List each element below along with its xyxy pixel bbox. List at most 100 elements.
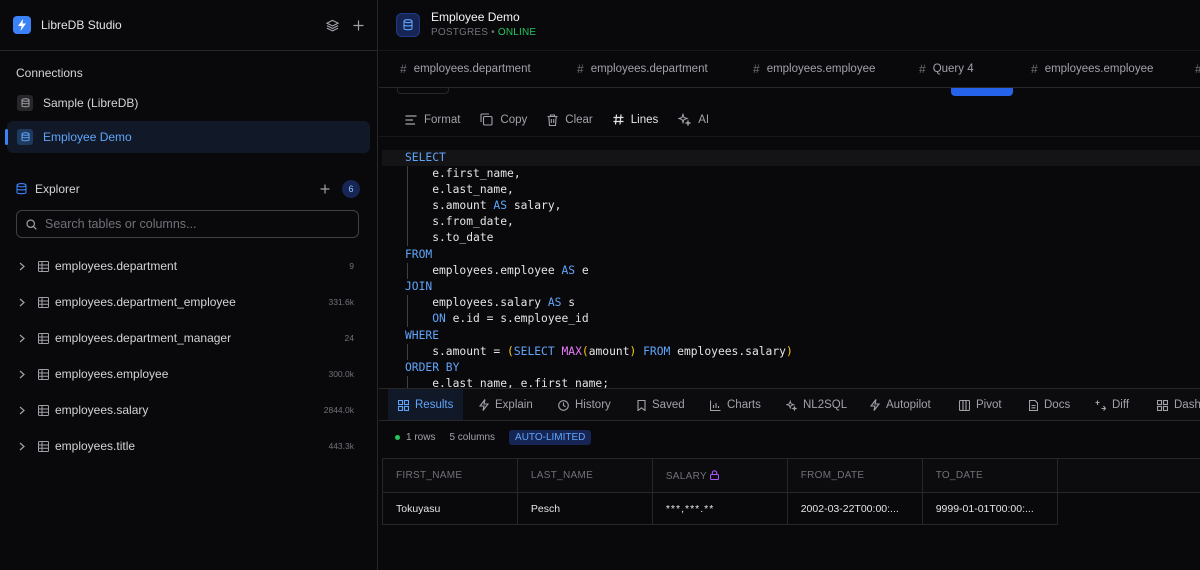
lock-icon [709, 469, 719, 480]
table-icon [38, 404, 49, 416]
cell[interactable]: 9999-01-01T00:00:... [921, 492, 1058, 525]
query-tab[interactable]: # employees.employee [1031, 62, 1153, 76]
query-tab-label: employees.department [413, 63, 531, 75]
table-item-department-employee[interactable]: employees.department_employee 331.6k [16, 290, 360, 314]
bar-chart-icon [710, 400, 721, 411]
connection-label: Sample (LibreDB) [43, 96, 139, 110]
tab-diff[interactable]: Diff [1095, 389, 1130, 420]
sparkles-icon [678, 113, 692, 126]
code-line: JOIN [405, 280, 433, 293]
code-line: s.to_date [405, 231, 494, 244]
table-icon [38, 296, 49, 308]
explorer-title: Explorer [35, 182, 80, 196]
result-grid: FIRST_NAME LAST_NAME SALARY FROM_DATE TO… [382, 458, 1200, 525]
format-button[interactable]: Format [405, 114, 460, 126]
cell[interactable]: Pesch [516, 492, 653, 525]
chevron-right-icon[interactable] [16, 298, 28, 307]
column-header[interactable]: LAST_NAME [516, 458, 653, 493]
query-tab[interactable]: # employees.employee [753, 62, 875, 76]
code-line: employees.employee AS e [405, 264, 589, 277]
lines-toggle[interactable]: Lines [613, 114, 658, 126]
tab-label: Saved [652, 399, 685, 411]
tab-saved[interactable]: Saved [637, 389, 685, 420]
explorer-header: Explorer 6 [16, 180, 360, 198]
result-meta: 1 rows 5 columns AUTO-LIMITED [395, 430, 592, 445]
query-tab[interactable]: # Query 4 [919, 62, 974, 76]
cell[interactable]: Tokuyasu [382, 492, 518, 525]
table-item-title[interactable]: employees.title 443.3k [16, 434, 360, 458]
database-icon [16, 183, 27, 195]
tab-history[interactable]: History [558, 389, 611, 420]
column-header[interactable]: TO_DATE [921, 458, 1058, 493]
chevron-right-icon[interactable] [16, 262, 28, 271]
chevron-right-icon[interactable] [16, 442, 28, 451]
tab-nl2sql[interactable]: NL2SQL [786, 389, 847, 420]
column-header[interactable]: FROM_DATE [786, 458, 923, 493]
table-row-count: 443.3k [328, 441, 354, 451]
tab-autopilot[interactable]: Autopilot [870, 389, 931, 420]
column-header[interactable]: SALARY [651, 458, 788, 493]
connections-title: Connections [16, 66, 83, 80]
table-item-employee[interactable]: employees.employee 300.0k [16, 362, 360, 386]
chevron-right-icon[interactable] [16, 406, 28, 415]
table-item-department-manager[interactable]: employees.department_manager 24 [16, 326, 360, 350]
search-input[interactable] [45, 217, 335, 231]
copy-label: Copy [500, 113, 528, 126]
query-tab-label: employees.employee [1044, 63, 1154, 75]
masked-cell[interactable]: ***,***.** [651, 492, 788, 525]
main-panel: Employee Demo POSTGRES • ONLINE # employe… [379, 0, 1200, 570]
copy-button[interactable]: Copy [480, 113, 527, 126]
query-tab[interactable]: # employees.department [577, 62, 708, 76]
chevron-right-icon[interactable] [16, 370, 28, 379]
table-row[interactable]: Tokuyasu Pesch ***,***.** 2002-03-22T00:… [382, 492, 1200, 525]
table-row-count: 9 [349, 261, 354, 271]
code-line: ON e.id = s.employee_id [432, 312, 589, 325]
cell[interactable]: 2002-03-22T00:00:... [786, 492, 923, 525]
grid-icon [1157, 399, 1168, 411]
tab-dash[interactable]: Dash [1157, 389, 1200, 420]
header-filler [1057, 458, 1200, 493]
table-icon [38, 440, 49, 452]
tab-results[interactable]: Results [388, 389, 464, 420]
tab-label: Explain [495, 399, 533, 411]
tab-label: Diff [1112, 399, 1130, 411]
add-table-icon[interactable] [320, 184, 330, 194]
tab-pivot[interactable]: Pivot [959, 389, 1002, 420]
search-box[interactable] [16, 210, 359, 238]
code-line: e.last_name, e.first_name; [405, 377, 610, 388]
chevron-right-icon[interactable] [16, 334, 28, 343]
sparkles-icon [786, 399, 797, 411]
table-name: employees.department_employee [55, 295, 236, 309]
tab-explain[interactable]: Explain [479, 389, 533, 420]
table-row-count: 2844.0k [323, 405, 354, 415]
sql-editor[interactable]: SELECT e.first_name, e.last_name, s.amou… [382, 150, 1200, 388]
tab-label: Docs [1044, 399, 1071, 411]
database-meta: POSTGRES • ONLINE [431, 25, 536, 40]
tab-label: Results [415, 399, 454, 411]
table-item-department[interactable]: employees.department 9 [16, 254, 360, 278]
tab-charts[interactable]: Charts [710, 389, 761, 420]
run-button[interactable] [951, 88, 1013, 96]
code-line: e.first_name, [405, 167, 521, 180]
database-type: POSTGRES [431, 27, 489, 38]
connection-sample[interactable]: Sample (LibreDB) [7, 87, 370, 119]
collapsed-button[interactable] [397, 88, 449, 94]
query-tab[interactable]: # [1195, 62, 1200, 76]
hash-icon: # [919, 62, 926, 76]
format-label: Format [424, 113, 461, 126]
table-item-salary[interactable]: employees.salary 2844.0k [16, 398, 360, 422]
code-line: s.amount AS salary, [405, 199, 562, 212]
code-line: ORDER BY [405, 361, 460, 374]
query-tab-label: Query 4 [932, 63, 974, 75]
tab-docs[interactable]: Docs [1029, 389, 1071, 420]
layers-icon[interactable] [326, 19, 339, 32]
auto-limited-badge: AUTO-LIMITED [509, 430, 592, 445]
ai-button[interactable]: AI [678, 113, 709, 126]
database-icon [396, 13, 420, 37]
clear-button[interactable]: Clear [547, 114, 593, 126]
add-connection-icon[interactable] [353, 20, 364, 31]
connection-employee-demo[interactable]: Employee Demo [5, 121, 370, 153]
meta-separator: • [491, 27, 495, 38]
query-tab[interactable]: # employees.department [400, 62, 531, 76]
column-header[interactable]: FIRST_NAME [382, 458, 518, 493]
